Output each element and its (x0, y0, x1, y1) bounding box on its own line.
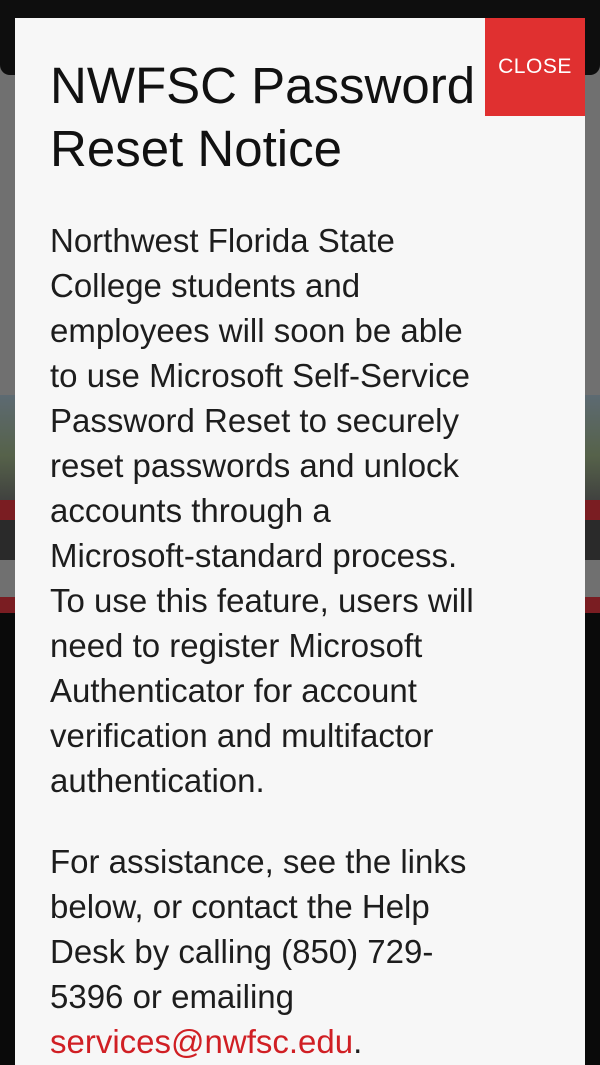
body-line: authentication. (50, 762, 265, 799)
body-line: 5396 or emailing (50, 978, 294, 1015)
email-suffix: . (353, 1023, 363, 1060)
modal-title-line-1: NWFSC Password (50, 57, 476, 114)
body-line: College students and (50, 267, 361, 304)
body-line: Password Reset to securely (50, 402, 460, 439)
body-line: employees will soon be able (50, 312, 463, 349)
body-line: to use Microsoft Self-Service (50, 357, 470, 394)
body-line: Authenticator for account (50, 672, 417, 709)
close-button[interactable]: CLOSE (485, 18, 585, 116)
body-line: For assistance, see the links (50, 843, 467, 880)
body-line: verification and multifactor (50, 717, 434, 754)
email-line: services@nwfsc.edu. (50, 1019, 570, 1064)
email-link[interactable]: services@nwfsc.edu (50, 1023, 353, 1060)
body-line: Desk by calling (850) 729- (50, 933, 434, 970)
body-line: Microsoft-standard process. (50, 537, 458, 574)
body-line: Northwest Florida State (50, 222, 395, 259)
body-line: reset passwords and unlock (50, 447, 460, 484)
body-line: To use this feature, users will (50, 582, 474, 619)
password-reset-notice-modal: CLOSE NWFSC Password Reset Notice Northw… (15, 18, 585, 1065)
modal-title-line-2: Reset Notice (50, 120, 342, 177)
body-line: accounts through a (50, 492, 331, 529)
modal-body: Northwest Florida State College students… (50, 218, 570, 1064)
body-line: below, or contact the Help (50, 888, 430, 925)
body-line: need to register Microsoft (50, 627, 423, 664)
